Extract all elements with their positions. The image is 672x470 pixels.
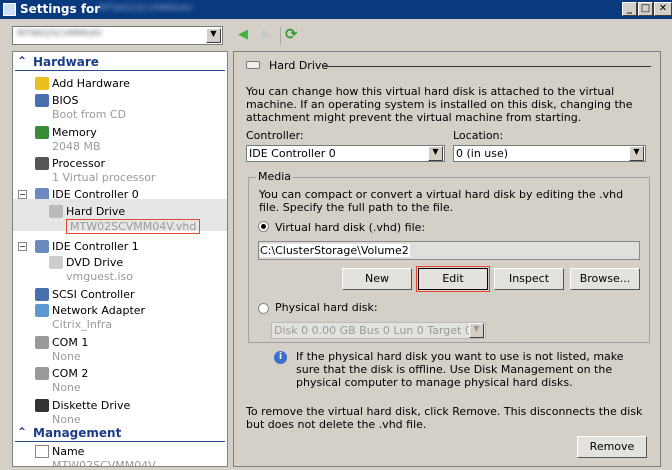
tree-item-label: Hard Drive [66,205,126,218]
vhd-path-value: C:\ClusterStorage\Volume2 [260,244,410,257]
tree-item-label: Diskette Drive [52,399,131,412]
edit-button[interactable]: Edit [416,266,490,292]
chevron-down-icon[interactable]: ▼ [428,146,443,161]
add-hardware-icon [35,77,49,90]
tree-item-label: Add Hardware [52,77,130,90]
tree-item-ide-controller-1[interactable]: − IDE Controller 1 [13,239,227,256]
tree-item-diskette-drive[interactable]: Diskette Drive None [13,398,227,428]
tree-item-detail: Citrix_Infra [52,318,112,331]
physical-disk-select[interactable]: Disk 0 0.00 GB Bus 0 Lun 0 Target 0 ▼ [271,322,486,339]
tree-item-detail: vmguest.iso [66,270,134,283]
window-title: Settings for [20,2,101,16]
tree-item-bios[interactable]: BIOS Boot from CD [13,93,227,123]
details-panel: Hard Drive You can change how this virtu… [233,51,661,467]
forward-icon[interactable]: ▶ [262,27,272,42]
processor-icon [35,157,49,170]
controller-value: IDE Controller 0 [249,147,336,160]
tree-item-network-adapter[interactable]: Network Adapter Citrix_Infra [13,303,227,333]
collapse-icon[interactable]: ⌃ [17,54,27,68]
tree-item-add-hardware[interactable]: Add Hardware [13,76,227,93]
tree-item-memory[interactable]: Memory 2048 MB [13,125,227,155]
physical-disk-radio[interactable] [258,303,269,314]
collapse-toggle-icon[interactable]: − [18,242,27,251]
tree-item-detail: 1 Virtual processor [52,171,156,184]
media-label: Media [256,170,294,183]
tree-item-com-2[interactable]: COM 2 None [13,366,227,396]
tree-item-label: Memory [52,126,97,139]
collapse-icon[interactable]: ⌃ [17,425,27,439]
name-icon [35,445,49,458]
inspect-button[interactable]: Inspect [494,268,564,290]
title-bar: Settings for MTW02SCVMM04V _ □ ✕ [0,0,672,19]
memory-icon [35,126,49,139]
controller-select[interactable]: IDE Controller 0 ▼ [246,145,445,162]
diskette-drive-icon [35,399,49,412]
tree-item-detail: 2048 MB [52,140,101,153]
new-button[interactable]: New [342,268,412,290]
controller-label: Controller: [246,129,304,142]
toolbar-divider [280,27,281,45]
com-1-icon [35,336,49,349]
location-label: Location: [453,129,504,142]
remove-button[interactable]: Remove [577,436,647,458]
info-icon: i [274,351,287,364]
browse-button[interactable]: Browse... [570,268,640,290]
media-text: You can compact or convert a virtual har… [259,188,624,214]
back-icon[interactable]: ◀ [238,27,248,42]
ide-controller-1-icon [35,240,49,253]
network-adapter-icon [35,304,49,317]
location-value: 0 (in use) [456,147,509,160]
tree-item-processor[interactable]: Processor 1 Virtual processor [13,156,227,186]
tree-item-label: BIOS [52,94,79,107]
tree-item-detail: None [52,350,81,363]
panel-title: Hard Drive [269,59,329,72]
chevron-down-icon[interactable]: ▼ [469,323,484,338]
chevron-down-icon[interactable]: ▼ [629,146,644,161]
tree-item-scsi-controller[interactable]: SCSI Controller [13,287,227,304]
vhd-radio-label: Virtual hard disk (.vhd) file: [275,221,426,234]
refresh-icon[interactable]: ⟳ [285,25,298,43]
tree-item-label: Network Adapter [52,304,146,317]
section-hardware[interactable]: ⌃ Hardware [15,54,225,71]
window-vm-name: MTW02SCVMM04V [98,3,193,14]
com-2-icon [35,367,49,380]
hard-drive-icon [49,205,63,218]
remove-text: To remove the virtual hard disk, click R… [246,405,643,431]
settings-tree: ⌃ Hardware Add Hardware BIOS Boot from CD Me… [12,51,228,467]
bios-icon [35,94,49,107]
chevron-down-icon[interactable]: ▼ [206,28,221,43]
tree-item-label: Processor [52,157,105,170]
tree-item-detail: MTW02SCVMM04V.vhd [66,219,201,234]
close-button[interactable]: ✕ [654,2,672,16]
section-management[interactable]: ⌃ Management [15,425,225,442]
tree-item-label: IDE Controller 1 [52,240,139,253]
vm-select[interactable]: MTW02SCVMM04V ▼ [12,26,223,45]
tree-item-name[interactable]: Name MTW02SCVMM04V [13,444,227,466]
physical-disk-value: Disk 0 0.00 GB Bus 0 Lun 0 Target 0 [274,324,472,337]
vhd-radio[interactable] [258,221,269,232]
tree-item-dvd-drive[interactable]: DVD Drive vmguest.iso [13,255,227,285]
vhd-path-input[interactable]: C:\ClusterStorage\Volume2 [258,241,640,260]
tree-item-label: COM 2 [52,367,89,380]
minimize-button[interactable]: _ [622,2,637,16]
vm-select-value: MTW02SCVMM04V [17,29,102,39]
dvd-drive-icon [49,256,63,269]
info-text: If the physical hard disk you want to us… [296,350,624,389]
intro-text: You can change how this virtual hard dis… [246,85,633,124]
tree-item-label: DVD Drive [66,256,124,269]
collapse-toggle-icon[interactable]: − [18,190,27,199]
location-select[interactable]: 0 (in use) ▼ [453,145,646,162]
title-divider [324,66,651,67]
tree-item-label: SCSI Controller [52,288,135,301]
tree-item-detail: None [52,381,81,394]
maximize-button[interactable]: □ [638,2,653,16]
scsi-controller-icon [35,288,49,301]
settings-icon [3,3,16,16]
hard-drive-icon [246,61,260,69]
tree-item-com-1[interactable]: COM 1 None [13,335,227,365]
physical-disk-label: Physical hard disk: [275,301,378,314]
tree-item-label: COM 1 [52,336,89,349]
tree-item-hard-drive[interactable]: Hard Drive MTW02SCVMM04V.vhd [13,199,227,234]
tree-item-detail: Boot from CD [52,108,127,121]
